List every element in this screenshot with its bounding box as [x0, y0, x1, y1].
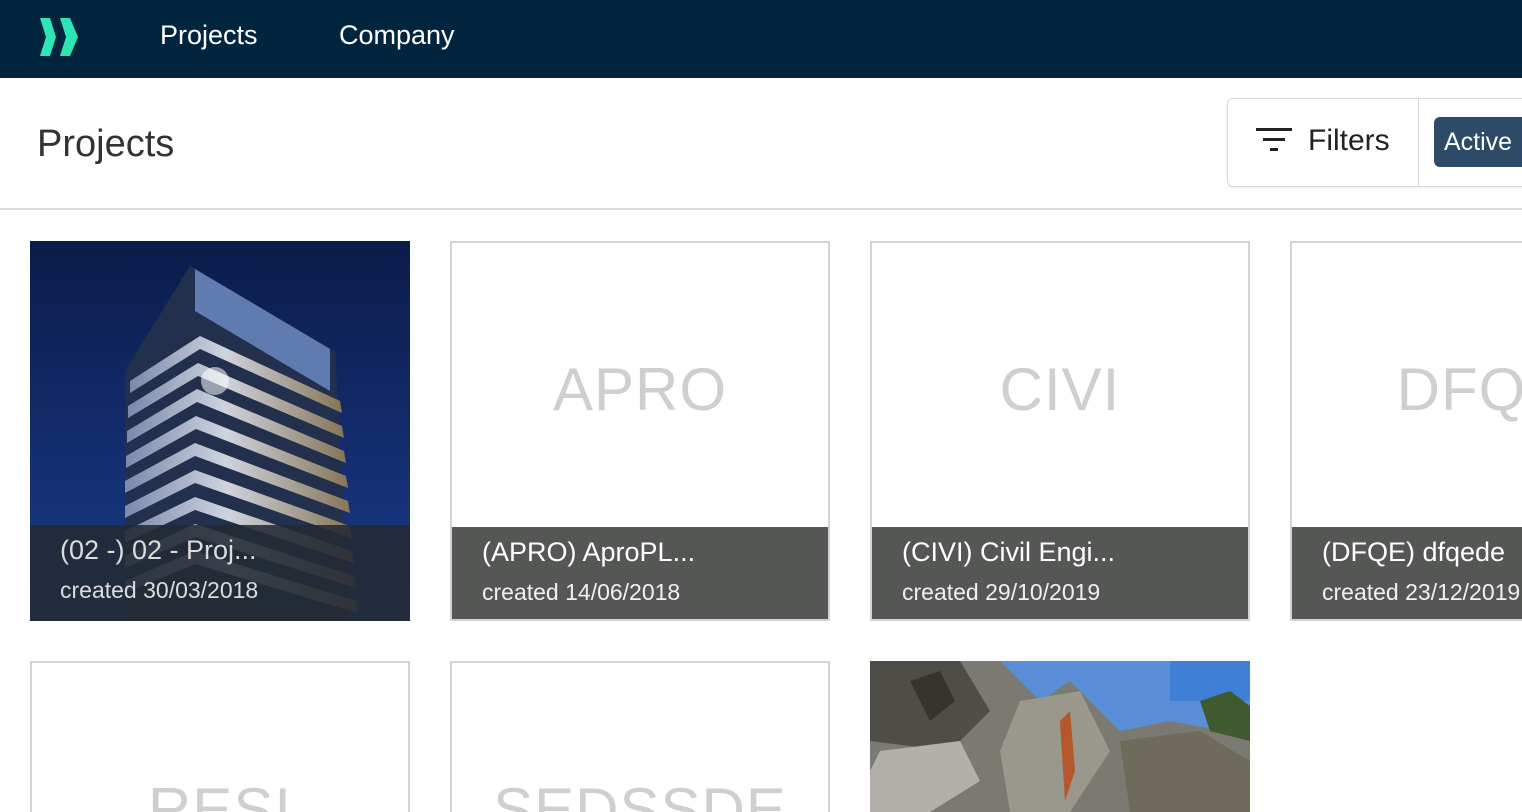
project-name: (DFQE) dfqede — [1322, 537, 1506, 567]
project-caption: (DFQE) dfqede created 23/12/2019 — [1292, 527, 1522, 619]
project-name: (APRO) AproPL... — [482, 537, 696, 567]
project-card[interactable]: DFQE (DFQE) dfqede created 23/12/2019 — [1290, 241, 1522, 621]
project-created-date: created 30/03/2018 — [60, 577, 259, 603]
project-card[interactable]: (02 -) 02 - Proj... created 30/03/2018 — [30, 241, 410, 621]
page-header: Projects Filters Active — [0, 78, 1522, 210]
project-name: (CIVI) Civil Engi... — [902, 537, 1116, 567]
project-code-placeholder: SEDSSDE — [493, 776, 787, 812]
double-chevron-logo-icon[interactable] — [36, 14, 84, 60]
project-code-placeholder: CIVI — [999, 356, 1121, 423]
project-thumbnail-rocks — [870, 661, 1250, 812]
project-card[interactable] — [870, 661, 1250, 812]
project-caption: (APRO) AproPL... created 14/06/2018 — [452, 527, 828, 619]
nav-link-projects[interactable]: Projects — [160, 18, 258, 52]
project-created-date: created 23/12/2019 — [1322, 579, 1521, 605]
project-card[interactable]: APRO (APRO) AproPL... created 14/06/2018 — [450, 241, 830, 621]
status-filter-chip-active[interactable]: Active — [1434, 117, 1522, 167]
filter-lines-icon — [1256, 128, 1292, 151]
project-code-placeholder: RESI — [147, 776, 293, 812]
filter-toolbar: Filters Active — [1227, 98, 1522, 187]
project-caption: (CIVI) Civil Engi... created 29/10/2019 — [872, 527, 1248, 619]
page-title: Projects — [37, 123, 175, 165]
project-code-placeholder: DFQE — [1396, 356, 1522, 423]
project-created-date: created 14/06/2018 — [482, 579, 681, 605]
project-caption: (02 -) 02 - Proj... created 30/03/2018 — [30, 525, 410, 621]
project-card[interactable]: CIVI (CIVI) Civil Engi... created 29/10/… — [870, 241, 1250, 621]
project-created-date: created 29/10/2019 — [902, 579, 1101, 605]
project-name: (02 -) 02 - Proj... — [60, 535, 257, 565]
nav-link-company[interactable]: Company — [339, 18, 455, 52]
project-card[interactable]: SEDSSDE — [450, 661, 830, 812]
project-card[interactable]: RESI — [30, 661, 410, 812]
filters-button[interactable]: Filters — [1228, 99, 1419, 186]
filters-label: Filters — [1308, 124, 1390, 157]
top-navigation-bar: Projects Company — [0, 0, 1522, 78]
project-code-placeholder: APRO — [552, 356, 728, 423]
